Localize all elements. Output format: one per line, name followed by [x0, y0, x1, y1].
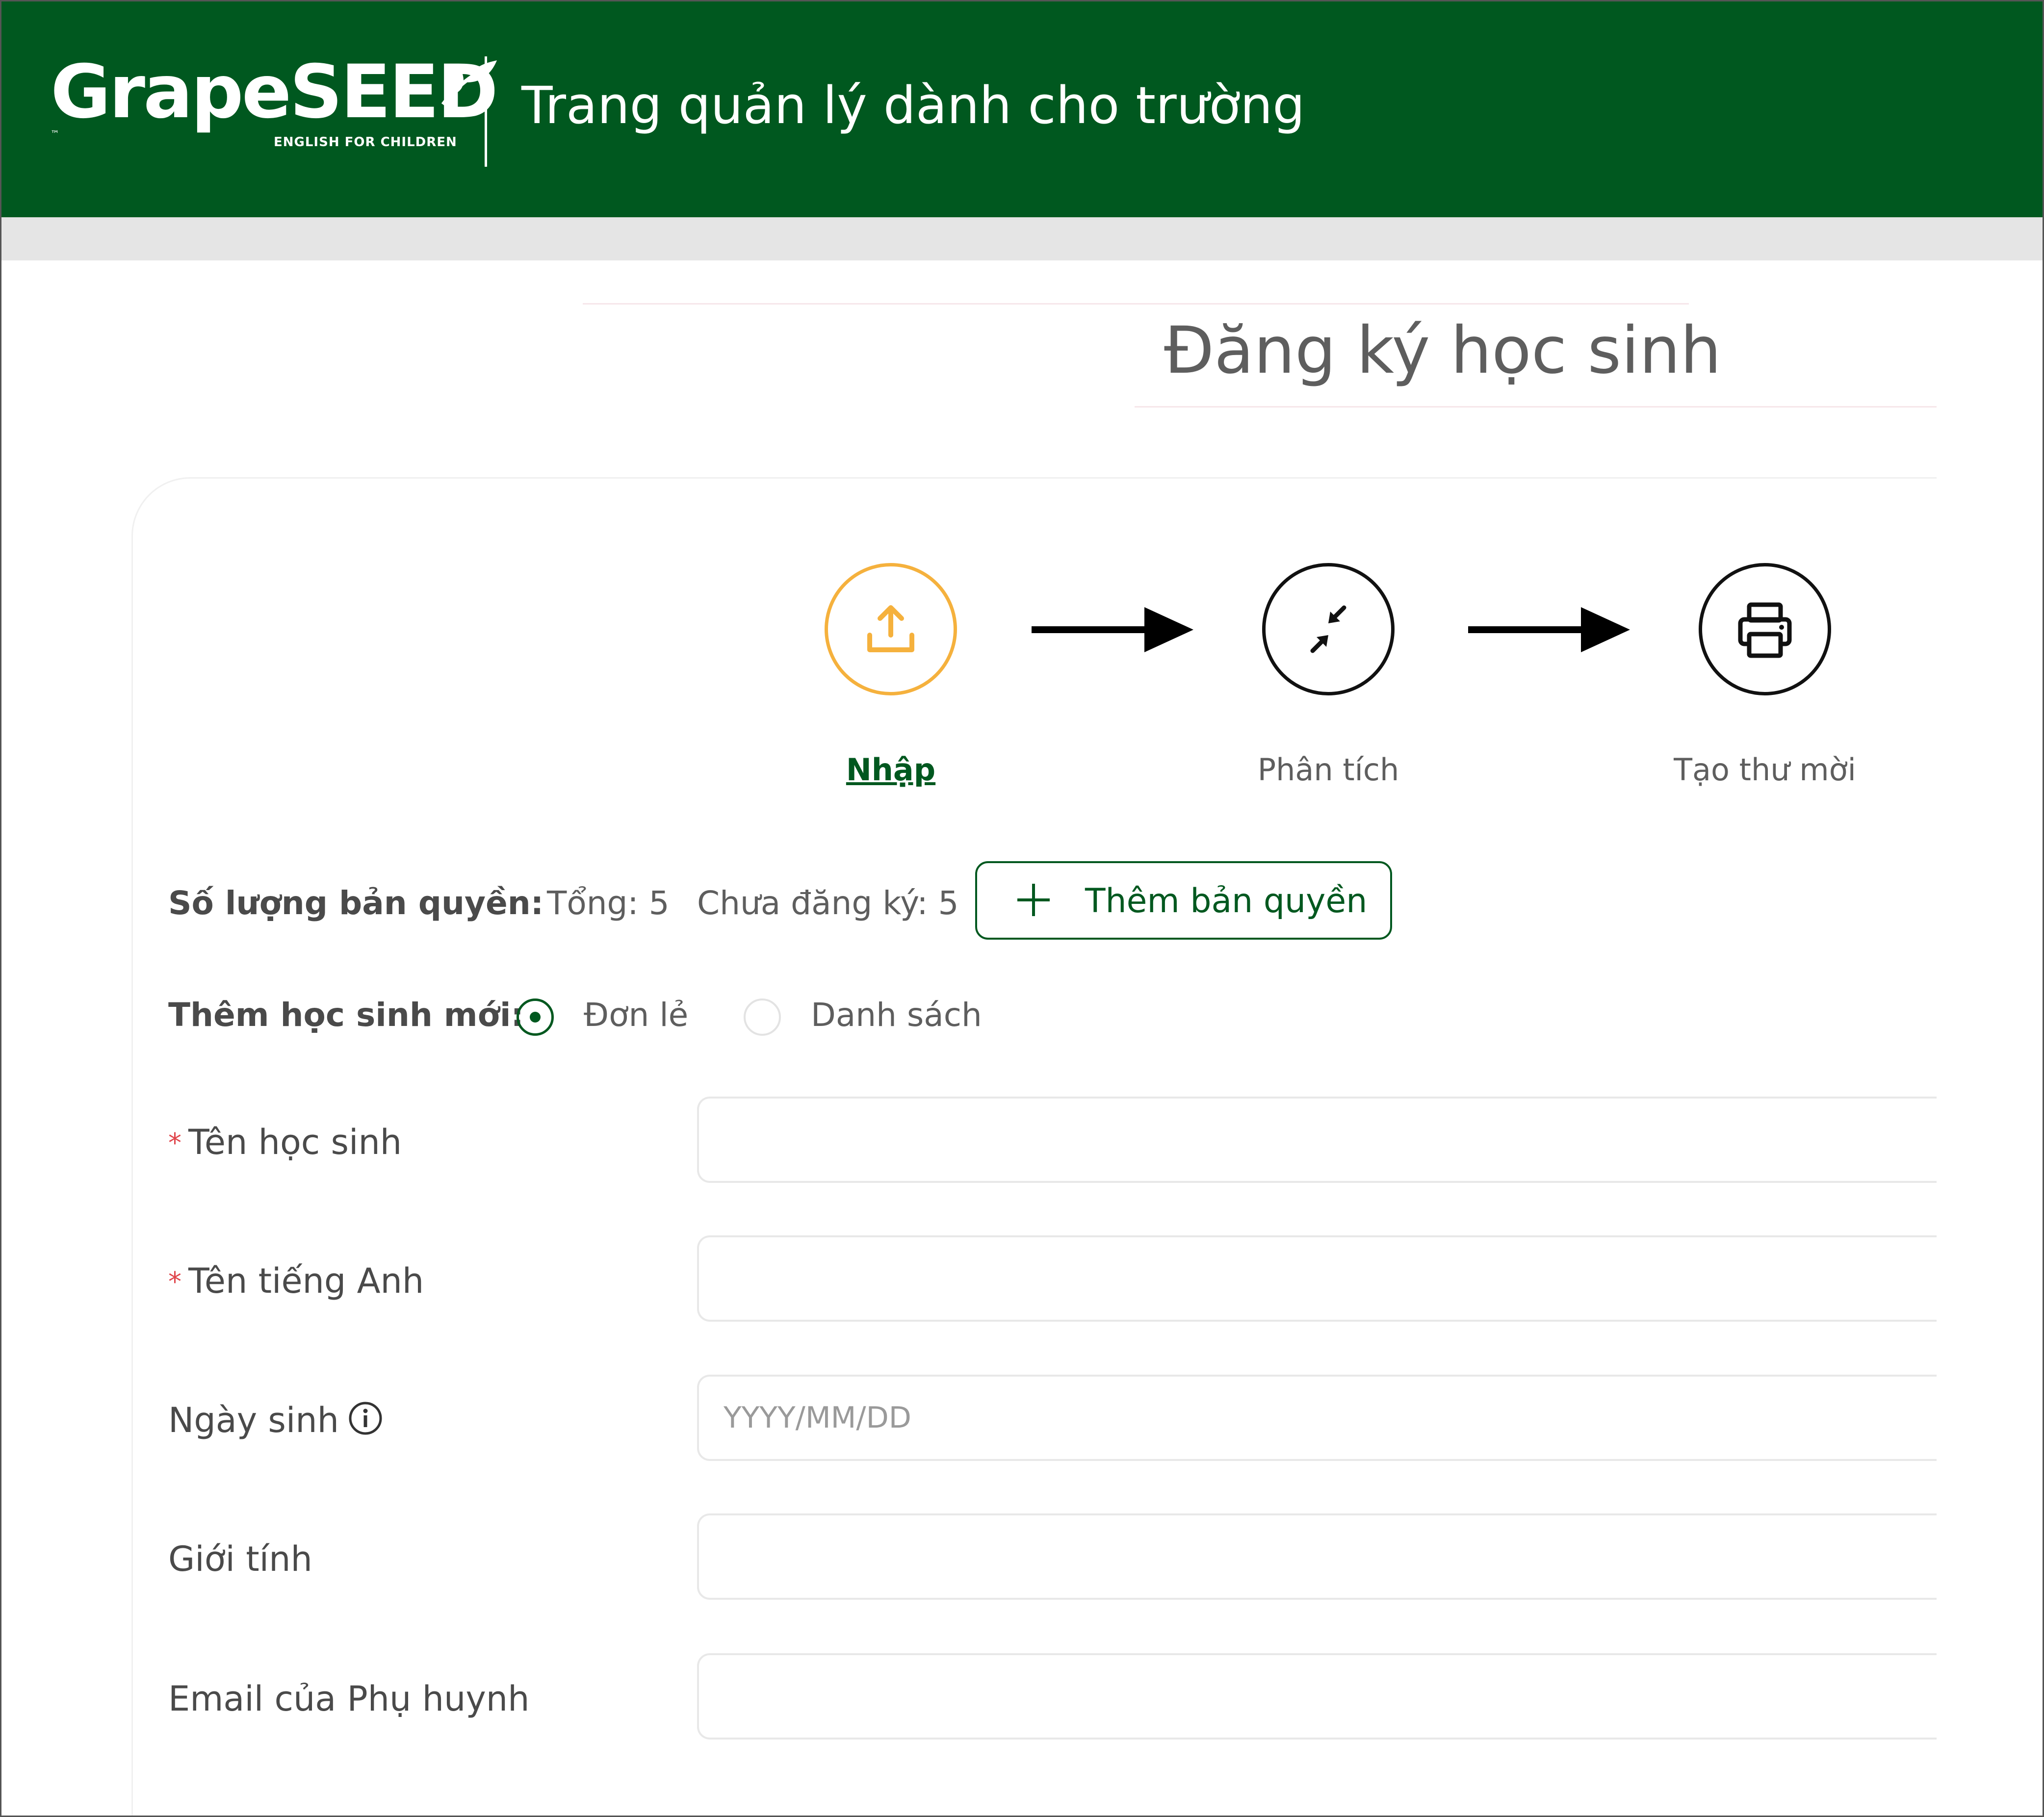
app-frame: GrapeSEED ™ ENGLISH FOR CHILDREN Trang q…: [0, 0, 2044, 1817]
plus-icon: [1017, 884, 1050, 916]
english-name-input[interactable]: [697, 1235, 1972, 1322]
birthday-label: Ngày sinh: [168, 1400, 383, 1440]
header-divider: [485, 56, 487, 167]
radio-single[interactable]: [517, 998, 554, 1036]
gender-select[interactable]: [697, 1513, 1972, 1600]
english-name-label: * Tên tiếng Anh: [168, 1261, 424, 1301]
logo-trademark: ™: [51, 129, 59, 139]
header-shadow-band: [1, 217, 2043, 260]
logo-wordmark: GrapeSEED: [51, 50, 498, 135]
license-unregistered: Chưa đăng ký: 5: [697, 884, 959, 922]
title-underline: [1135, 406, 1937, 408]
arrow-right-icon: [1032, 607, 1193, 652]
student-name-label: * Tên học sinh: [168, 1122, 402, 1162]
parent-email-input[interactable]: [697, 1653, 1972, 1740]
add-license-label: Thêm bản quyền: [1085, 882, 1368, 921]
parent-email-label: Email của Phụ huynh: [168, 1679, 530, 1719]
gender-label: Giới tính: [168, 1539, 312, 1579]
compress-arrows-icon: [1310, 605, 1346, 653]
birthday-input[interactable]: YYYY/MM/DD: [697, 1375, 1972, 1461]
student-name-input[interactable]: [697, 1097, 1972, 1183]
required-mark: *: [168, 1127, 181, 1158]
radio-single-label[interactable]: Đơn lẻ: [584, 996, 688, 1034]
portal-title: Trang quản lý dành cho trường: [521, 76, 1305, 135]
required-mark: *: [168, 1266, 181, 1297]
step-analyze[interactable]: [1262, 563, 1395, 695]
radio-list-label[interactable]: Danh sách: [811, 996, 982, 1034]
add-student-label: Thêm học sinh mới:: [168, 996, 524, 1034]
app-header: GrapeSEED ™ ENGLISH FOR CHILDREN Trang q…: [1, 1, 2043, 217]
grapeseed-logo[interactable]: GrapeSEED ™ ENGLISH FOR CHILDREN: [51, 55, 498, 158]
license-count-label: Số lượng bản quyền:: [168, 884, 544, 922]
step-invite[interactable]: [1699, 563, 1831, 695]
birthday-placeholder: YYYY/MM/DD: [724, 1401, 911, 1435]
radio-selected-dot: [530, 1012, 541, 1023]
upload-icon: [867, 605, 914, 652]
license-total: Tổng: 5: [547, 884, 670, 922]
printer-icon: [1738, 602, 1792, 658]
step-label-import[interactable]: Nhập: [744, 752, 1038, 788]
step-label-invite: Tạo thư mời: [1674, 752, 1856, 788]
step-import[interactable]: [825, 563, 957, 695]
logo-tagline: ENGLISH FOR CHILDREN: [274, 135, 457, 150]
arrow-right-icon: [1468, 607, 1630, 652]
viewport-right-edge: [1937, 477, 2043, 1816]
leaf-icon: [441, 60, 497, 106]
add-license-button[interactable]: Thêm bản quyền: [975, 861, 1392, 940]
divider: [583, 303, 1689, 305]
step-label-analyze: Phân tích: [1257, 752, 1399, 788]
info-icon[interactable]: [348, 1401, 383, 1436]
radio-list[interactable]: [744, 998, 781, 1036]
page-title: Đăng ký học sinh: [1164, 313, 1722, 388]
